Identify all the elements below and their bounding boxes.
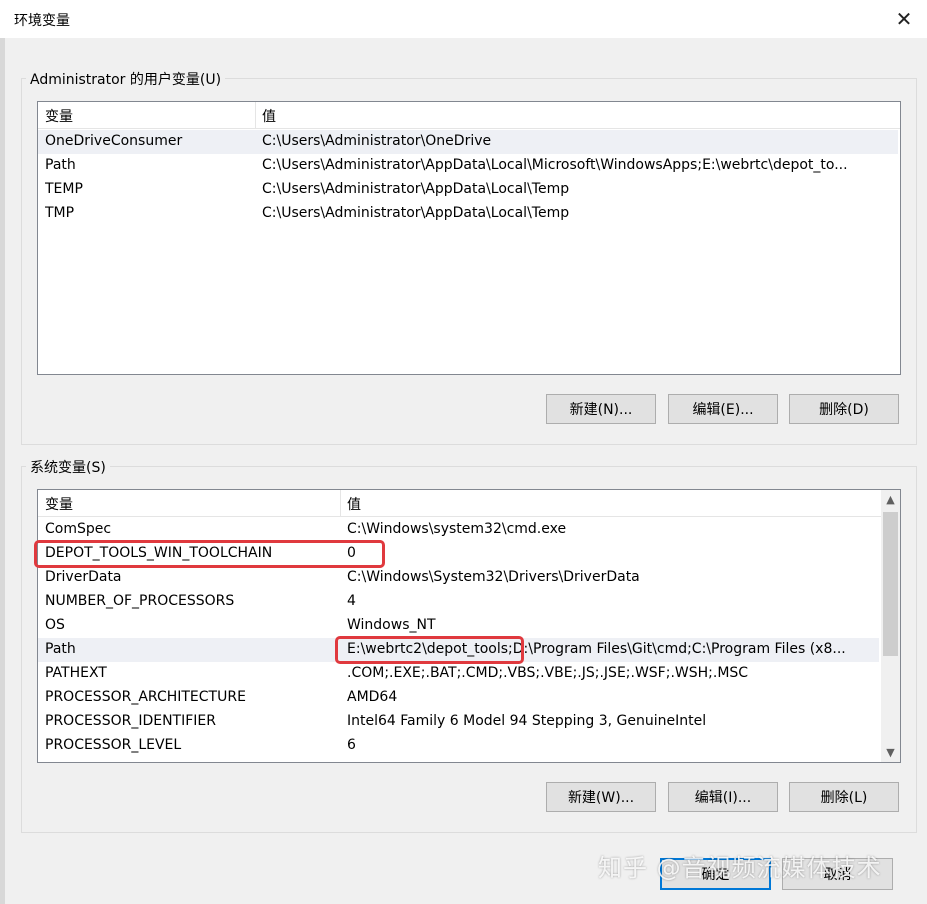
scrollbar-thumb[interactable] xyxy=(883,512,898,656)
window-left-edge xyxy=(0,38,5,904)
user-vars-group-label: Administrator 的用户变量(U) xyxy=(26,69,226,89)
system-var-value: C:\Windows\System32\Drivers\DriverData xyxy=(347,569,640,585)
system-var-name: NUMBER_OF_PROCESSORS xyxy=(45,593,235,609)
system-delete-button[interactable]: 删除(L) xyxy=(789,782,899,812)
system-vars-list[interactable]: 变量 值 ComSpec C:\Windows\system32\cmd.exe… xyxy=(37,489,901,763)
user-var-row[interactable]: Path C:\Users\Administrator\AppData\Loca… xyxy=(38,154,898,178)
system-var-row[interactable]: PROCESSOR_LEVEL 6 xyxy=(38,734,879,758)
system-vars-header-value[interactable]: 值 xyxy=(347,494,361,514)
system-var-row[interactable]: OS Windows_NT xyxy=(38,614,879,638)
user-delete-button[interactable]: 删除(D) xyxy=(789,394,899,424)
system-var-value: 0 xyxy=(347,545,356,561)
user-var-name: TMP xyxy=(45,205,75,221)
close-icon[interactable]: ✕ xyxy=(881,0,927,38)
system-var-name: PATHEXT xyxy=(45,665,107,681)
system-var-value: .COM;.EXE;.BAT;.CMD;.VBS;.VBE;.JS;.JSE;.… xyxy=(347,665,749,681)
system-var-name: PROCESSOR_IDENTIFIER xyxy=(45,713,216,729)
user-var-name: TEMP xyxy=(45,181,83,197)
system-var-name: PROCESSOR_ARCHITECTURE xyxy=(45,689,246,705)
system-var-name: DriverData xyxy=(45,569,122,585)
user-vars-header-value[interactable]: 值 xyxy=(262,106,276,126)
system-var-name: PROCESSOR_LEVEL xyxy=(45,737,182,753)
user-new-button[interactable]: 新建(N)... xyxy=(546,394,656,424)
user-var-name: Path xyxy=(45,157,76,173)
user-var-row[interactable]: TEMP C:\Users\Administrator\AppData\Loca… xyxy=(38,178,898,202)
system-var-row[interactable]: ComSpec C:\Windows\system32\cmd.exe xyxy=(38,518,879,542)
system-var-row[interactable]: NUMBER_OF_PROCESSORS 4 xyxy=(38,590,879,614)
user-var-row[interactable]: OneDriveConsumer C:\Users\Administrator\… xyxy=(38,130,898,154)
system-var-value: C:\Windows\system32\cmd.exe xyxy=(347,521,567,537)
user-vars-list[interactable]: 变量 值 OneDriveConsumer C:\Users\Administr… xyxy=(37,101,901,375)
system-var-row[interactable]: PATHEXT .COM;.EXE;.BAT;.CMD;.VBS;.VBE;.J… xyxy=(38,662,879,686)
user-var-value: C:\Users\Administrator\OneDrive xyxy=(262,133,492,149)
system-vars-header: 变量 值 xyxy=(38,490,881,517)
user-edit-button[interactable]: 编辑(E)... xyxy=(668,394,778,424)
system-var-value: Windows_NT xyxy=(347,617,436,633)
title-bar: 环境变量 ✕ xyxy=(0,0,927,38)
system-new-button[interactable]: 新建(W)... xyxy=(546,782,656,812)
user-vars-header: 变量 值 xyxy=(38,102,900,129)
system-var-value: 4 xyxy=(347,593,356,609)
scroll-down-icon[interactable]: ▼ xyxy=(881,743,900,762)
system-edit-button[interactable]: 编辑(I)... xyxy=(668,782,778,812)
system-var-value: Intel64 Family 6 Model 94 Stepping 3, Ge… xyxy=(347,713,707,729)
system-var-row[interactable]: PROCESSOR_ARCHITECTURE AMD64 xyxy=(38,686,879,710)
system-var-value: 6 xyxy=(347,737,356,753)
user-var-name: OneDriveConsumer xyxy=(45,133,183,149)
system-var-row[interactable]: PROCESSOR_IDENTIFIER Intel64 Family 6 Mo… xyxy=(38,710,879,734)
system-vars-header-name[interactable]: 变量 xyxy=(45,494,73,514)
system-var-row[interactable]: DriverData C:\Windows\System32\Drivers\D… xyxy=(38,566,879,590)
system-vars-scrollbar[interactable]: ▲ ▼ xyxy=(881,490,900,762)
system-var-name: ComSpec xyxy=(45,521,112,537)
user-var-value: C:\Users\Administrator\AppData\Local\Mic… xyxy=(262,157,848,173)
scroll-up-icon[interactable]: ▲ xyxy=(881,490,900,509)
watermark: 知乎 @音视频流媒体技术 xyxy=(598,854,882,882)
window-title: 环境变量 xyxy=(14,13,70,29)
highlight-path-depot-tools xyxy=(335,636,524,664)
system-var-name: Path xyxy=(45,641,76,657)
user-var-value: C:\Users\Administrator\AppData\Local\Tem… xyxy=(262,181,570,197)
system-var-value: AMD64 xyxy=(347,689,398,705)
user-vars-header-name[interactable]: 变量 xyxy=(45,106,73,126)
system-vars-group-label: 系统变量(S) xyxy=(26,457,110,477)
user-var-value: C:\Users\Administrator\AppData\Local\Tem… xyxy=(262,205,570,221)
highlight-depot-tools-toolchain xyxy=(34,540,385,568)
user-var-row[interactable]: TMP C:\Users\Administrator\AppData\Local… xyxy=(38,202,898,226)
system-var-name: OS xyxy=(45,617,65,633)
